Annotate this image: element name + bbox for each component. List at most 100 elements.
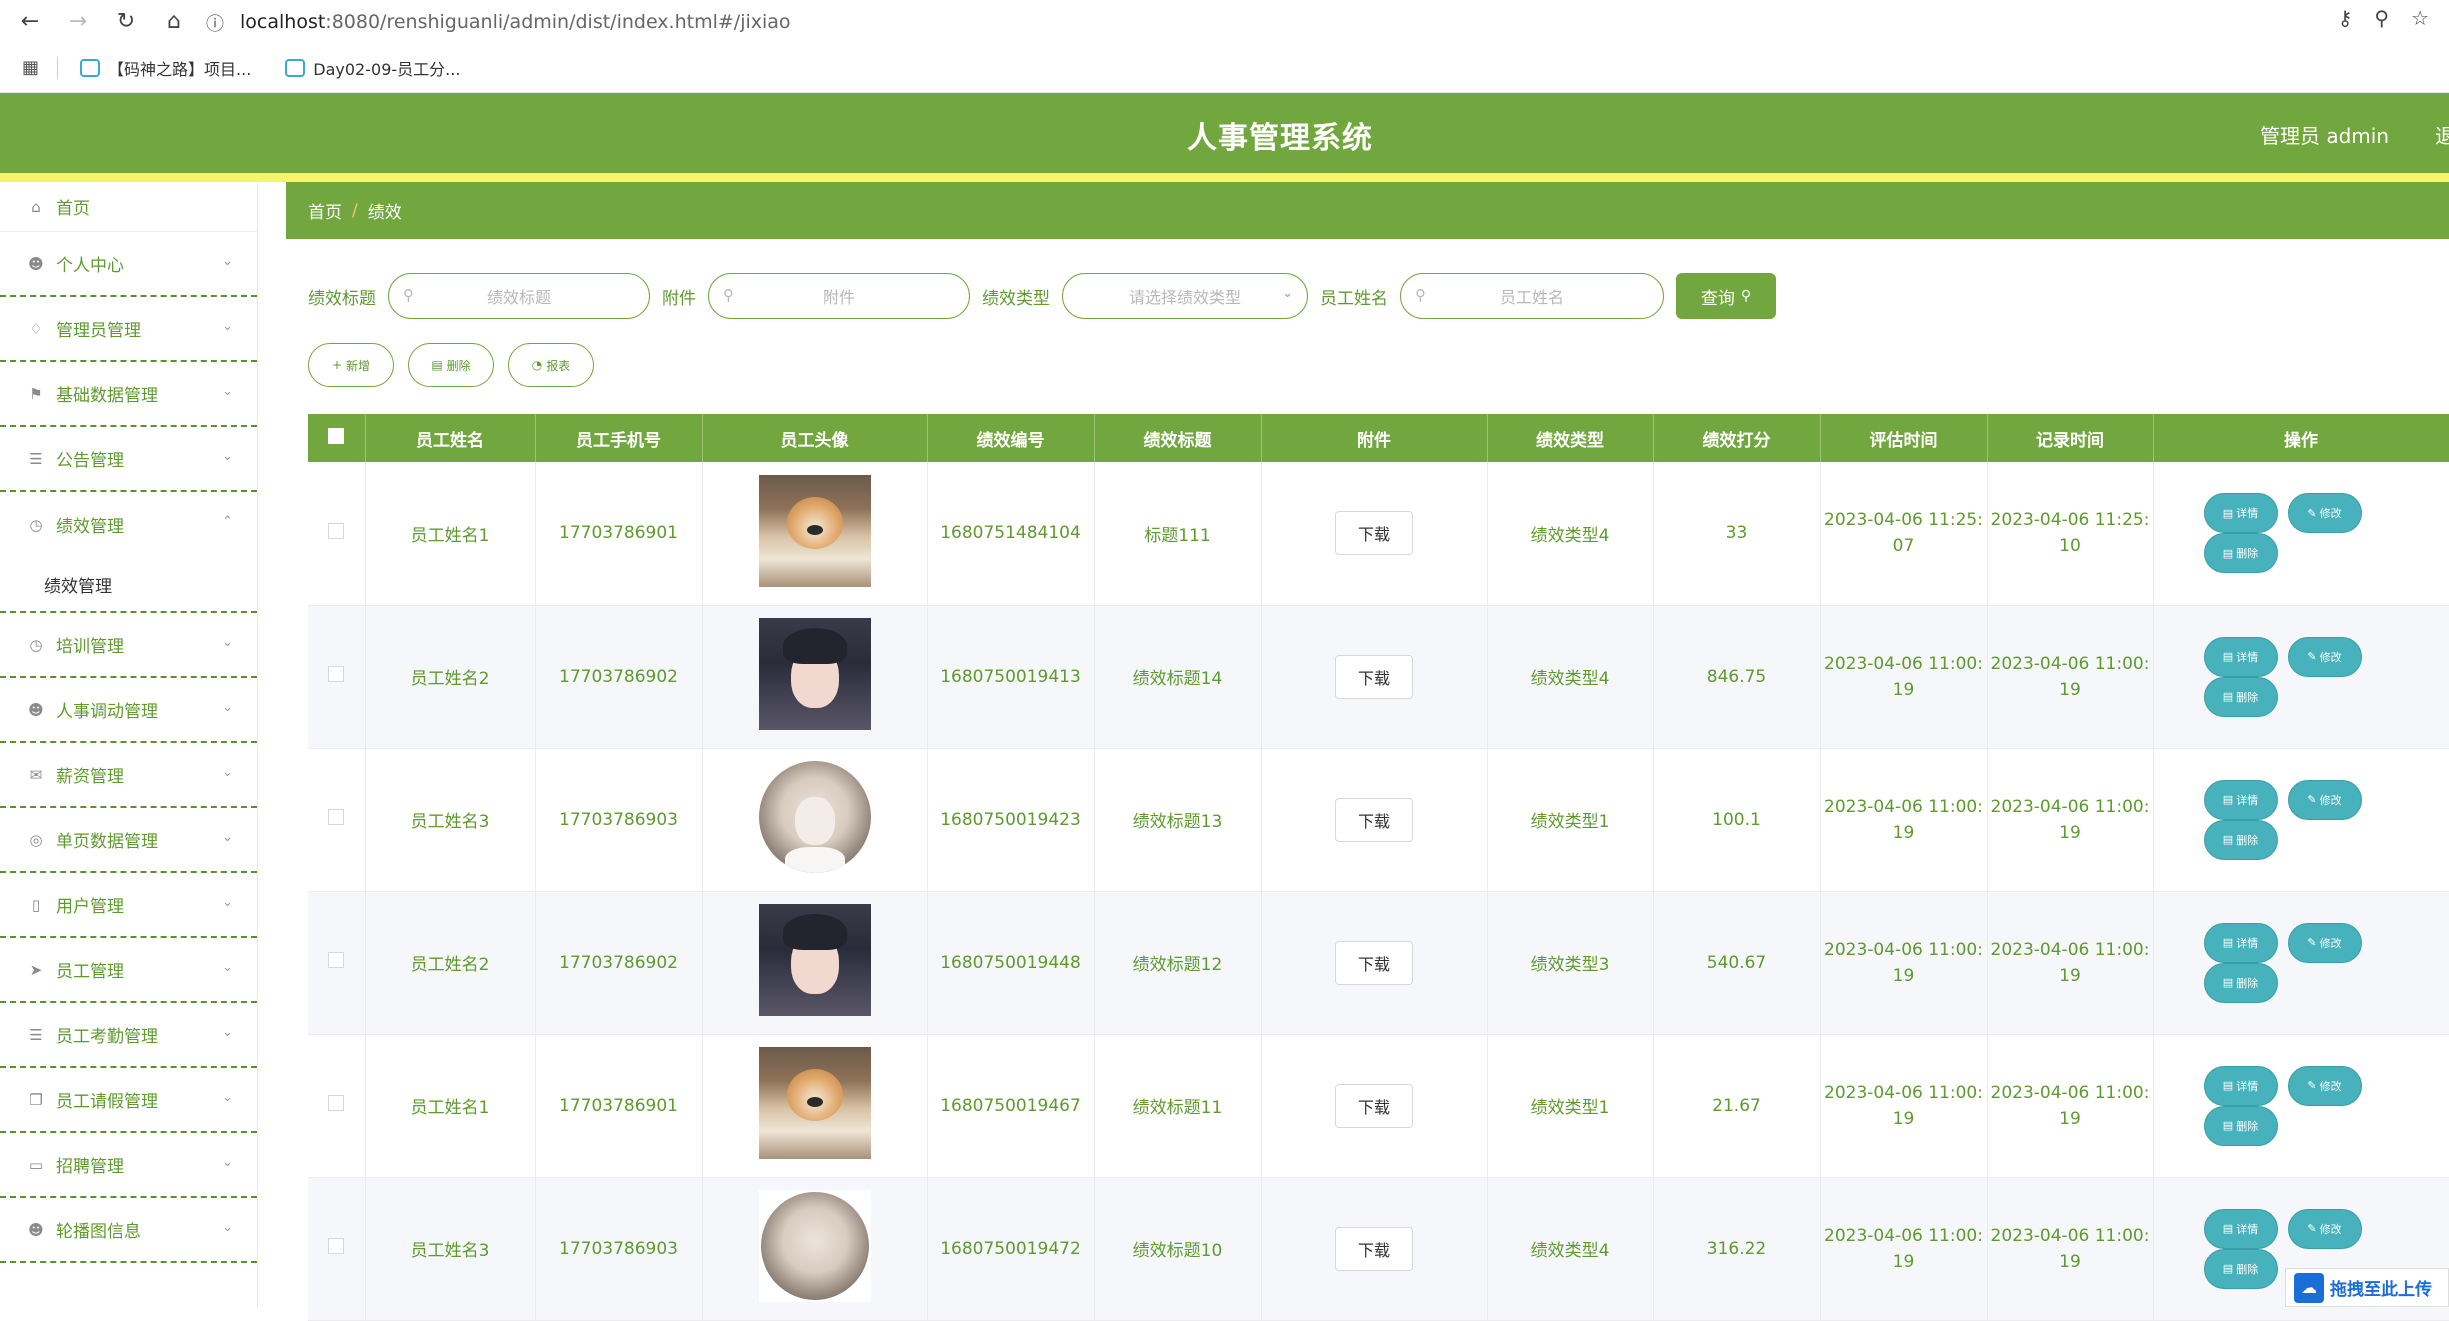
zoom-icon[interactable]: ⚲	[2374, 6, 2389, 30]
add-label: 新增	[346, 358, 371, 373]
bookmark-label: Day02-09-员工分...	[313, 59, 461, 79]
performance-score: 540.67	[1653, 891, 1821, 1035]
sidebar-item[interactable]: ◎ 单页数据管理 ⌄	[0, 808, 257, 873]
detail-button[interactable]: ▤ 详情	[2203, 1208, 2278, 1249]
type-select[interactable]: 请选择绩效类型 ⌄	[1062, 273, 1308, 319]
sidebar-item[interactable]: ❐ 员工请假管理 ⌄	[0, 1068, 257, 1133]
query-button[interactable]: 查询 ⚲	[1676, 273, 1776, 319]
search-icon: ⚲	[1415, 286, 1426, 304]
edit-button[interactable]: ✎ 修改	[2287, 1065, 2362, 1106]
download-button[interactable]: 下载	[1335, 1226, 1413, 1271]
sidebar-item[interactable]: ◷ 培训管理 ⌄	[0, 613, 257, 678]
sidebar-item[interactable]: ☻ 人事调动管理 ⌄	[0, 678, 257, 743]
sidebar-item-label: 人事调动管理	[56, 702, 158, 722]
employee-name: 员工姓名1	[365, 1034, 536, 1178]
address-bar[interactable]: ⓘ localhost:8080/renshiguanli/admin/dist…	[196, 4, 2396, 39]
add-button[interactable]: + 新增	[308, 343, 394, 387]
download-button[interactable]: 下载	[1335, 940, 1413, 985]
sidebar-item[interactable]: ✉ 薪资管理 ⌄	[0, 743, 257, 808]
sidebar-item[interactable]: ➤ 员工管理 ⌄	[0, 938, 257, 1003]
record-time-line2: 10	[2059, 536, 2081, 557]
performance-type: 绩效类型4	[1487, 1177, 1654, 1321]
sidebar-item[interactable]: ☻ 个人中心 ⌄	[0, 232, 257, 297]
download-button[interactable]: 下载	[1335, 797, 1413, 842]
report-button[interactable]: ◔ 报表	[508, 343, 594, 387]
row-delete-button[interactable]: ▤ 删除	[2203, 819, 2278, 860]
sidebar-item[interactable]: ♢ 管理员管理 ⌄	[0, 297, 257, 362]
select-all-checkbox[interactable]	[328, 427, 345, 444]
forward-icon[interactable]: →	[60, 4, 96, 40]
delete-label: 删除	[2236, 833, 2259, 847]
breadcrumb-home[interactable]: 首页	[308, 198, 342, 223]
edit-icon: ✎	[2307, 506, 2317, 520]
eval-time: 2023-04-06 11:00: 19	[1820, 605, 1988, 749]
select-all-cell	[308, 414, 366, 462]
name-search-input[interactable]: ⚲ 员工姓名	[1400, 273, 1664, 319]
drag-upload-tag[interactable]: ☁ 拖拽至此上传	[2285, 1268, 2449, 1307]
sidebar-item[interactable]: ▯ 用户管理 ⌄	[0, 873, 257, 938]
delete-label: 删除	[2236, 690, 2259, 704]
phone-icon: ▯	[31, 895, 41, 914]
record-time-line2: 19	[2059, 965, 2081, 986]
apps-grid-icon[interactable]: ▦	[22, 57, 39, 78]
user-icon: ☻	[28, 254, 44, 273]
detail-button[interactable]: ▤ 详情	[2203, 922, 2278, 963]
row-delete-button[interactable]: ▤ 删除	[2203, 533, 2278, 574]
sidebar-item[interactable]: ◷ 绩效管理 ⌃	[0, 492, 257, 557]
title-search-input[interactable]: ⚲ 绩效标题	[388, 273, 650, 319]
sidebar-item[interactable]: ☻ 轮播图信息 ⌄	[0, 1198, 257, 1263]
reload-icon[interactable]: ↻	[108, 4, 144, 40]
row-delete-button[interactable]: ▤ 删除	[2203, 1105, 2278, 1146]
edit-button[interactable]: ✎ 修改	[2287, 922, 2362, 963]
site-info-icon[interactable]: ⓘ	[206, 10, 224, 36]
row-checkbox[interactable]	[328, 522, 345, 539]
key-icon[interactable]: ⚷	[2338, 6, 2353, 30]
record-time-line1: 2023-04-06 11:25:	[1990, 510, 2150, 531]
download-button[interactable]: 下载	[1335, 1083, 1413, 1128]
delete-button[interactable]: ▤ 删除	[408, 343, 494, 387]
back-icon[interactable]: ←	[12, 4, 48, 40]
download-button[interactable]: 下载	[1335, 511, 1413, 556]
bookmark-1[interactable]: 【码神之路】项目...	[80, 56, 251, 80]
row-checkbox[interactable]	[328, 952, 345, 968]
sidebar-subitem-performance[interactable]: 绩效管理	[0, 557, 257, 613]
employee-name: 员工姓名3	[365, 748, 536, 892]
chevron-down-icon: ⌄	[222, 830, 233, 845]
row-checkbox[interactable]	[328, 1095, 345, 1111]
app-header: 人事管理系统 管理员 admin 退	[0, 93, 2449, 173]
sidebar-item-home[interactable]: ⌂ 首页	[0, 182, 257, 232]
sidebar-item[interactable]: ▭ 招聘管理 ⌄	[0, 1133, 257, 1198]
file-search-input[interactable]: ⚲ 附件	[708, 273, 970, 319]
type-label: 绩效类型	[982, 288, 1050, 309]
download-button[interactable]: 下载	[1335, 654, 1413, 699]
edit-button[interactable]: ✎ 修改	[2287, 493, 2362, 534]
row-checkbox[interactable]	[328, 666, 345, 682]
detail-button[interactable]: ▤ 详情	[2203, 636, 2278, 677]
bookmark-2[interactable]: Day02-09-员工分...	[285, 56, 460, 80]
star-icon[interactable]: ☆	[2411, 6, 2429, 30]
row-delete-button[interactable]: ▤ 删除	[2203, 1248, 2278, 1289]
avatar-cell	[702, 605, 928, 749]
detail-button[interactable]: ▤ 详情	[2203, 1065, 2278, 1106]
url-path: :8080/renshiguanli/admin/dist/index.html…	[325, 10, 791, 33]
eval-time: 2023-04-06 11:00: 19	[1820, 891, 1988, 1035]
sidebar-item[interactable]: ☰ 公告管理 ⌄	[0, 427, 257, 492]
edit-button[interactable]: ✎ 修改	[2287, 779, 2362, 820]
sidebar-item[interactable]: ⚑ 基础数据管理 ⌄	[0, 362, 257, 427]
edit-button[interactable]: ✎ 修改	[2287, 636, 2362, 677]
home-icon[interactable]: ⌂	[156, 4, 192, 40]
logout-link[interactable]: 退	[2435, 120, 2449, 149]
edit-button[interactable]: ✎ 修改	[2287, 1208, 2362, 1249]
row-checkbox[interactable]	[328, 1238, 345, 1254]
sidebar-item[interactable]: ☰ 员工考勤管理 ⌄	[0, 1003, 257, 1068]
performance-score: 846.75	[1653, 605, 1821, 749]
row-checkbox[interactable]	[328, 809, 345, 825]
col-header: 绩效类型	[1487, 414, 1654, 462]
row-delete-button[interactable]: ▤ 删除	[2203, 676, 2278, 717]
operations-cell: ▤ 详情 ✎ 修改 ▤ 删除	[2153, 748, 2449, 892]
detail-button[interactable]: ▤ 详情	[2203, 493, 2278, 534]
row-delete-button[interactable]: ▤ 删除	[2203, 962, 2278, 1003]
trash-icon: ▤	[2222, 1119, 2234, 1132]
detail-icon: ▤	[2222, 936, 2234, 949]
detail-button[interactable]: ▤ 详情	[2203, 779, 2278, 820]
